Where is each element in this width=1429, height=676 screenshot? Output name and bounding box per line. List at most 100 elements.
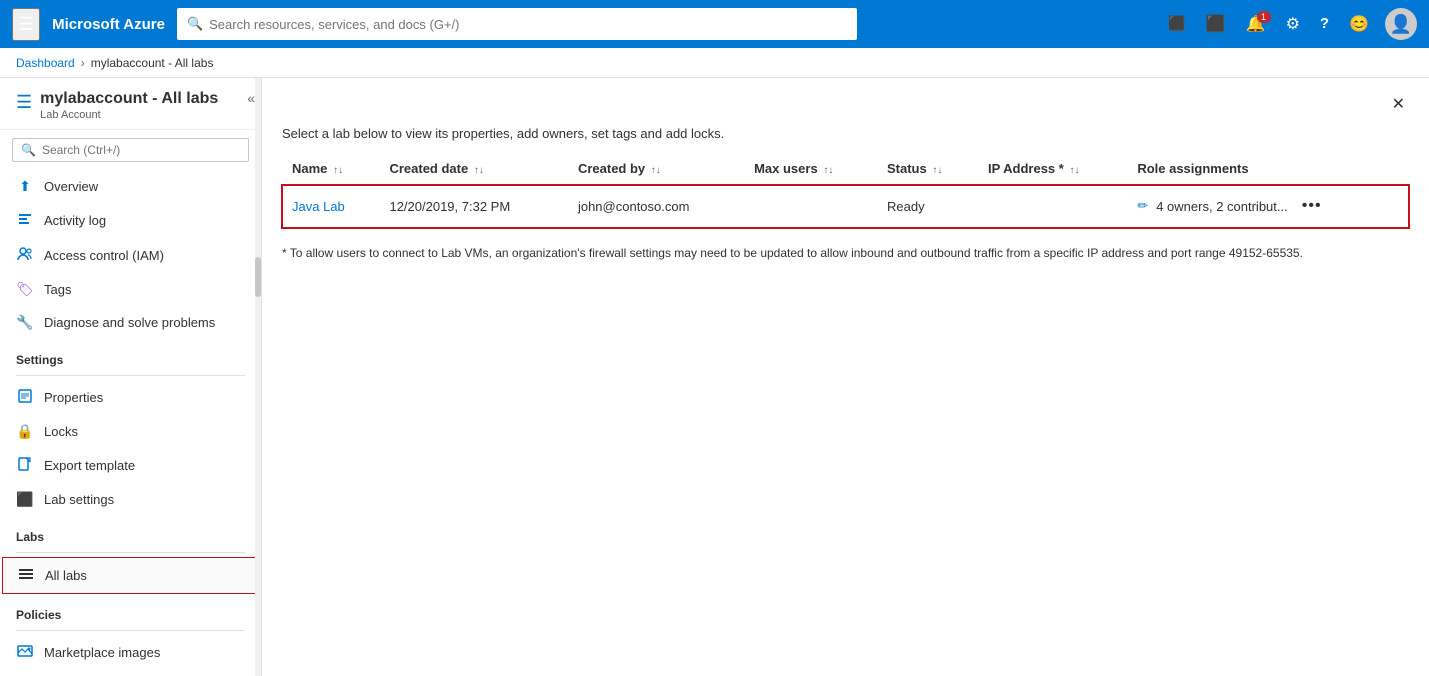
breadcrumb-separator-1: › [81, 56, 85, 70]
sidebar-item-diagnose[interactable]: 🔧 Diagnose and solve problems [0, 306, 261, 339]
cell-role-assignments: ✏ 4 owners, 2 contribut... ••• [1127, 185, 1409, 228]
notification-badge: 1 [1257, 11, 1271, 23]
table-row[interactable]: Java Lab 12/20/2019, 7:32 PM john@contos… [282, 185, 1409, 228]
access-control-icon [16, 246, 34, 265]
labs-section-label: Labs [0, 516, 261, 548]
cell-created-date: 12/20/2019, 7:32 PM [379, 185, 567, 228]
sidebar-item-label: Activity log [44, 213, 106, 228]
sidebar-scrollbar[interactable] [255, 78, 261, 676]
notifications-button[interactable]: 🔔 1 [1238, 8, 1274, 40]
sidebar-item-label: Marketplace images [44, 645, 160, 660]
sidebar-item-all-labs[interactable]: All labs [2, 557, 259, 594]
cell-status: Ready [877, 185, 978, 228]
properties-icon [16, 388, 34, 407]
col-ip-address: IP Address * ↑↓ [978, 153, 1127, 185]
search-icon: 🔍 [187, 16, 203, 32]
row-actions: ✏ 4 owners, 2 contribut... ••• [1137, 195, 1399, 217]
user-avatar[interactable]: 👤 [1385, 8, 1417, 40]
sidebar-item-label: Locks [44, 424, 78, 439]
sidebar-item-export-template[interactable]: Export template [0, 448, 261, 483]
status-sort-icon[interactable]: ↑↓ [932, 165, 942, 176]
max-users-sort-icon[interactable]: ↑↓ [823, 165, 833, 176]
hamburger-menu-button[interactable]: ☰ [12, 8, 40, 41]
locks-icon: 🔒 [16, 423, 34, 440]
global-search-box[interactable]: 🔍 [177, 8, 857, 40]
breadcrumb: Dashboard › mylabaccount - All labs [0, 48, 1429, 78]
feedback-icon: 😊 [1349, 16, 1369, 33]
diagnose-icon: 🔧 [16, 314, 34, 331]
sidebar-item-tags[interactable]: 🏷 Tags [0, 273, 261, 306]
sidebar-search-icon: 🔍 [21, 143, 36, 157]
sidebar-item-label: Tags [44, 282, 71, 297]
role-assignments-text: 4 owners, 2 contribut... [1156, 199, 1288, 214]
sidebar-item-overview[interactable]: ⬆ Overview [0, 170, 261, 203]
marketplace-images-icon [16, 643, 34, 662]
topbar: ☰ Microsoft Azure 🔍 ⬛ ⬛ 🔔 1 ⚙ ? 😊 👤 [0, 0, 1429, 48]
sidebar-item-label: Lab settings [44, 492, 114, 507]
created-date-sort-icon[interactable]: ↑↓ [474, 165, 484, 176]
content-header: ✕ [262, 78, 1429, 118]
sidebar-item-activity-log[interactable]: Activity log [0, 203, 261, 238]
cell-max-users [744, 185, 877, 228]
sidebar-scrollbar-thumb [255, 257, 261, 297]
cell-name: Java Lab [282, 185, 379, 228]
col-created-date: Created date ↑↓ [379, 153, 567, 185]
settings-section-label: Settings [0, 339, 261, 371]
created-by-sort-icon[interactable]: ↑↓ [651, 165, 661, 176]
col-role-assignments: Role assignments [1127, 153, 1409, 185]
sidebar-item-label: All labs [45, 568, 87, 583]
policies-divider [16, 630, 245, 631]
overview-icon: ⬆ [16, 178, 34, 195]
sidebar-item-label: Diagnose and solve problems [44, 315, 215, 330]
sidebar-search-box[interactable]: 🔍 [12, 138, 249, 162]
sidebar-item-properties[interactable]: Properties [0, 380, 261, 415]
sidebar-resource-subtitle: Lab Account [40, 109, 218, 121]
sidebar: ☰ mylabaccount - All labs Lab Account « … [0, 78, 262, 676]
sidebar-item-access-control[interactable]: Access control (IAM) [0, 238, 261, 273]
ip-address-sort-icon[interactable]: ↑↓ [1069, 165, 1079, 176]
lab-settings-icon: ⬛ [16, 491, 34, 508]
more-options-button[interactable]: ••• [1296, 195, 1328, 217]
labs-table: Name ↑↓ Created date ↑↓ Created by ↑↓ [282, 153, 1409, 228]
sidebar-item-lab-settings[interactable]: ⬛ Lab settings [0, 483, 261, 516]
sidebar-item-marketplace-images[interactable]: Marketplace images [0, 635, 261, 670]
sidebar-item-locks[interactable]: 🔒 Locks [0, 415, 261, 448]
sidebar-search-input[interactable] [42, 143, 240, 157]
directories-icon: ⬛ [1206, 16, 1226, 33]
help-icon: ? [1320, 15, 1329, 32]
breadcrumb-dashboard[interactable]: Dashboard [16, 56, 75, 70]
table-container: Name ↑↓ Created date ↑↓ Created by ↑↓ [262, 153, 1429, 228]
lab-name-link[interactable]: Java Lab [292, 199, 345, 214]
footnote: * To allow users to connect to Lab VMs, … [262, 228, 1429, 278]
terminal-icon: ⬛ [1168, 15, 1185, 31]
content-description: Select a lab below to view its propertie… [262, 118, 1429, 153]
edit-icon[interactable]: ✏ [1137, 198, 1148, 214]
activity-log-icon [16, 211, 34, 230]
azure-logo: Microsoft Azure [52, 16, 165, 33]
sidebar-item-label: Export template [44, 458, 135, 473]
sidebar-item-label: Properties [44, 390, 103, 405]
breadcrumb-current: mylabaccount - All labs [91, 56, 214, 70]
sidebar-resource-title: mylabaccount - All labs [40, 90, 218, 108]
close-button[interactable]: ✕ [1388, 90, 1409, 118]
sidebar-item-shared-image-gallery[interactable]: Shared image gallery [0, 670, 261, 676]
labs-divider [16, 552, 245, 553]
directories-button[interactable]: ⬛ [1198, 8, 1234, 40]
settings-button[interactable]: ⚙ [1278, 8, 1308, 40]
col-name: Name ↑↓ [282, 153, 379, 185]
name-sort-icon[interactable]: ↑↓ [333, 165, 343, 176]
search-input[interactable] [209, 17, 847, 32]
main-layout: ☰ mylabaccount - All labs Lab Account « … [0, 78, 1429, 676]
policies-section-label: Policies [0, 594, 261, 626]
sidebar-header: ☰ mylabaccount - All labs Lab Account « [0, 78, 261, 130]
content-area: ✕ Select a lab below to view its propert… [262, 78, 1429, 676]
cloud-shell-button[interactable]: ⬛ [1160, 9, 1193, 39]
topbar-actions: ⬛ ⬛ 🔔 1 ⚙ ? 😊 👤 [1160, 8, 1417, 40]
sidebar-item-label: Overview [44, 179, 98, 194]
col-created-by: Created by ↑↓ [568, 153, 744, 185]
feedback-button[interactable]: 😊 [1341, 8, 1377, 40]
sidebar-item-label: Access control (IAM) [44, 248, 164, 263]
all-labs-icon [17, 566, 35, 585]
help-button[interactable]: ? [1312, 9, 1337, 39]
cell-ip-address [978, 185, 1127, 228]
